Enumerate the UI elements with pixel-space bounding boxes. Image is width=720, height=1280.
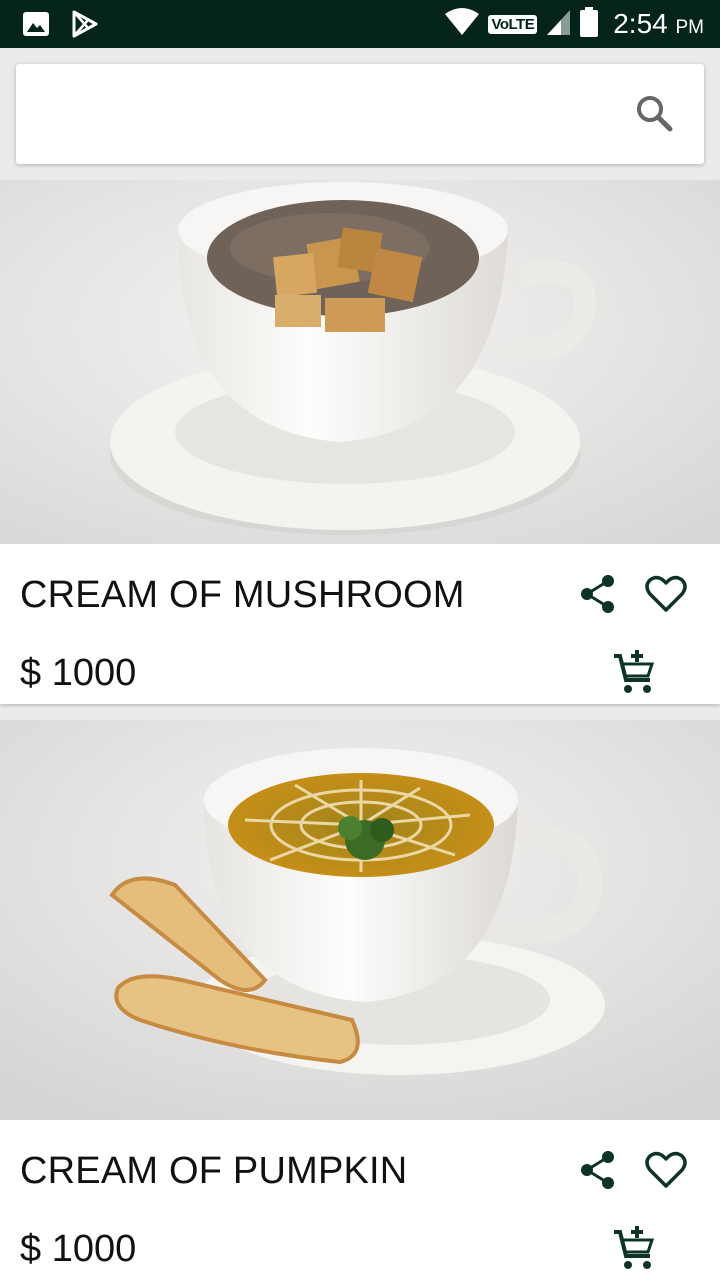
share-icon[interactable]: [574, 570, 622, 618]
search-input[interactable]: [36, 94, 616, 134]
search-bar: [16, 64, 704, 164]
product-title[interactable]: CREAM OF MUSHROOM: [20, 574, 465, 617]
product-price: $ 1000: [20, 652, 137, 694]
product-title[interactable]: CREAM OF PUMPKIN: [20, 1150, 407, 1193]
battery-icon: [579, 6, 599, 43]
gallery-icon: [22, 11, 50, 42]
mushroom-soup-photo[interactable]: [0, 180, 720, 544]
wifi-icon: [444, 7, 480, 41]
signal-icon: [545, 8, 571, 41]
status-bar: VoLTE 2:54 PM: [0, 0, 720, 48]
pumpkin-soup-photo[interactable]: [0, 720, 720, 1120]
volte-badge: VoLTE: [488, 14, 538, 34]
share-icon[interactable]: [574, 1146, 622, 1194]
add-to-cart-icon[interactable]: [610, 648, 658, 696]
play-store-icon: [72, 10, 98, 43]
heart-icon[interactable]: [642, 1146, 690, 1194]
product-price: $ 1000: [20, 1228, 137, 1270]
product-card[interactable]: CREAM OF PUMPKIN $ 1000: [0, 720, 720, 1280]
add-to-cart-icon[interactable]: [610, 1224, 658, 1272]
heart-icon[interactable]: [642, 570, 690, 618]
product-card[interactable]: CREAM OF MUSHROOM $ 1000: [0, 180, 720, 704]
search-icon[interactable]: [634, 94, 674, 134]
status-clock: 2:54 PM: [613, 8, 704, 39]
